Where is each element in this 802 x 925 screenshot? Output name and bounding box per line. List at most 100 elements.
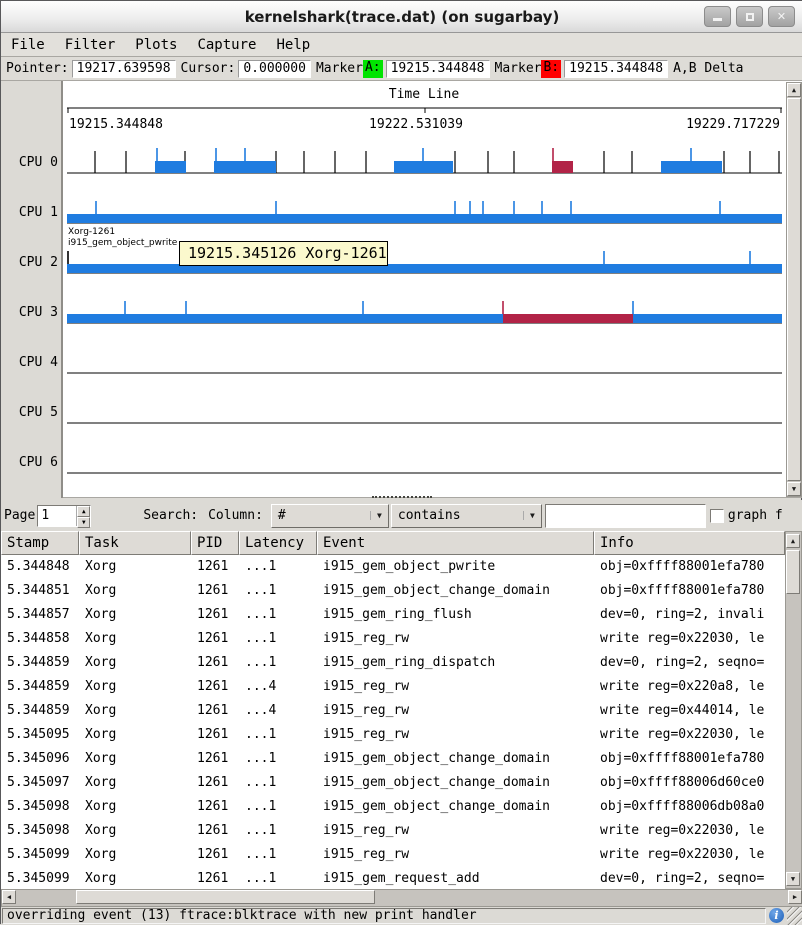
cpu-row-label: CPU 3 bbox=[1, 305, 58, 320]
status-bar: overriding event (13) ftrace:blktrace wi… bbox=[1, 907, 802, 925]
table-cell: write reg=0x22030, le bbox=[594, 723, 785, 747]
column-header-task[interactable]: Task bbox=[79, 531, 191, 555]
table-scroll-up-icon[interactable]: ▲ bbox=[786, 534, 800, 548]
table-cell: Xorg bbox=[79, 627, 191, 651]
table-vertical-scrollbar[interactable]: ▲ ▼ bbox=[785, 531, 802, 889]
minimize-button[interactable] bbox=[704, 6, 731, 27]
cpu-row-label: CPU 1 bbox=[1, 205, 58, 220]
cpu2-task-annotation: Xorg-1261 i915_gem_object_pwrite bbox=[68, 227, 177, 249]
table-scroll-down-icon[interactable]: ▼ bbox=[786, 872, 800, 886]
table-row[interactable]: 5.344858Xorg1261...1i915_reg_rwwrite reg… bbox=[1, 627, 785, 651]
table-cell: 5.345099 bbox=[1, 843, 79, 867]
graph-follows-checkbox[interactable] bbox=[710, 509, 724, 523]
match-select[interactable]: contains ▼ bbox=[391, 504, 542, 528]
table-cell: i915_gem_object_change_domain bbox=[317, 771, 594, 795]
table-cell: ...1 bbox=[239, 771, 317, 795]
table-row[interactable]: 5.345096Xorg1261...1i915_gem_object_chan… bbox=[1, 747, 785, 771]
table-cell: 5.345098 bbox=[1, 795, 79, 819]
table-cell: 1261 bbox=[191, 723, 239, 747]
ab-delta-label: A,B Delta bbox=[668, 61, 746, 76]
timestamp-end: 19229.717229 bbox=[686, 117, 780, 132]
table-row[interactable]: 5.345099Xorg1261...1i915_gem_request_add… bbox=[1, 867, 785, 889]
pointer-label: Pointer: bbox=[1, 61, 72, 76]
graph-scrollbar-thumb[interactable] bbox=[787, 98, 801, 481]
table-cell: Xorg bbox=[79, 651, 191, 675]
marker-b-badge: B: bbox=[541, 60, 561, 78]
timeline-plot bbox=[1, 81, 802, 498]
menu-item-file[interactable]: File bbox=[1, 35, 55, 55]
table-cell: 5.344859 bbox=[1, 675, 79, 699]
timeline-graph-panel[interactable]: CPU 0CPU 1CPU 2CPU 3CPU 4CPU 5CPU 6 Time… bbox=[1, 81, 802, 498]
column-header-event[interactable]: Event bbox=[317, 531, 594, 555]
table-row[interactable]: 5.344851Xorg1261...1i915_gem_object_chan… bbox=[1, 579, 785, 603]
table-cell: ...1 bbox=[239, 627, 317, 651]
hscrollbar-thumb[interactable] bbox=[76, 890, 375, 904]
table-row[interactable]: 5.344848Xorg1261...1i915_gem_object_pwri… bbox=[1, 555, 785, 579]
cursor-label: Cursor: bbox=[176, 61, 239, 76]
title-bar: kernelshark(trace.dat) (on sugarbay) ✕ bbox=[1, 1, 802, 33]
table-scroll-left-icon[interactable]: ◀ bbox=[2, 890, 16, 904]
table-cell: write reg=0x22030, le bbox=[594, 843, 785, 867]
table-row[interactable]: 5.344857Xorg1261...1i915_gem_ring_flushd… bbox=[1, 603, 785, 627]
graph-scroll-down-icon[interactable]: ▼ bbox=[787, 482, 801, 496]
cpu2-task-name: Xorg-1261 bbox=[68, 227, 177, 238]
column-select[interactable]: # ▼ bbox=[271, 504, 389, 528]
table-cell: i915_reg_rw bbox=[317, 723, 594, 747]
maximize-button[interactable] bbox=[736, 6, 763, 27]
info-icon[interactable]: i bbox=[769, 908, 784, 923]
search-input[interactable] bbox=[545, 504, 706, 528]
match-select-value: contains bbox=[392, 508, 523, 523]
table-cell: i915_reg_rw bbox=[317, 819, 594, 843]
table-cell: i915_gem_object_change_domain bbox=[317, 795, 594, 819]
column-header-info[interactable]: Info bbox=[594, 531, 785, 555]
menu-item-plots[interactable]: Plots bbox=[125, 35, 187, 55]
table-cell: ...1 bbox=[239, 555, 317, 579]
table-cell: ...4 bbox=[239, 675, 317, 699]
table-horizontal-scrollbar[interactable]: ◀ ▶ bbox=[1, 889, 802, 907]
graph-follows-label: graph f bbox=[728, 508, 783, 523]
table-row[interactable]: 5.344859Xorg1261...1i915_gem_ring_dispat… bbox=[1, 651, 785, 675]
timeline-title: Time Line bbox=[67, 87, 781, 102]
table-cell: Xorg bbox=[79, 795, 191, 819]
table-cell: ...1 bbox=[239, 867, 317, 889]
cpu-row-label: CPU 0 bbox=[1, 155, 58, 170]
cpu-row-label: CPU 6 bbox=[1, 455, 58, 470]
table-scrollbar-thumb[interactable] bbox=[786, 550, 800, 594]
table-cell: Xorg bbox=[79, 555, 191, 579]
table-cell: write reg=0x220a8, le bbox=[594, 675, 785, 699]
table-scroll-right-icon[interactable]: ▶ bbox=[788, 890, 802, 904]
page-up-icon[interactable]: ▲ bbox=[77, 506, 90, 517]
table-row[interactable]: 5.345098Xorg1261...1i915_reg_rwwrite reg… bbox=[1, 819, 785, 843]
table-row[interactable]: 5.345095Xorg1261...1i915_reg_rwwrite reg… bbox=[1, 723, 785, 747]
table-cell: 1261 bbox=[191, 795, 239, 819]
resize-grip[interactable] bbox=[787, 907, 802, 925]
table-cell: 1261 bbox=[191, 771, 239, 795]
column-select-value: # bbox=[272, 508, 370, 523]
column-header-stamp[interactable]: Stamp bbox=[1, 531, 79, 555]
column-header-pid[interactable]: PID bbox=[191, 531, 239, 555]
timeline-tooltip: 19215.345126 Xorg-1261 bbox=[179, 241, 388, 266]
page-spinner[interactable]: 1 ▲▼ bbox=[37, 505, 91, 527]
table-cell: i915_reg_rw bbox=[317, 675, 594, 699]
menu-item-capture[interactable]: Capture bbox=[187, 35, 266, 55]
table-row[interactable]: 5.345098Xorg1261...1i915_gem_object_chan… bbox=[1, 795, 785, 819]
page-down-icon[interactable]: ▼ bbox=[77, 517, 90, 528]
graph-vertical-scrollbar[interactable]: ▲ ▼ bbox=[786, 82, 802, 497]
menu-item-filter[interactable]: Filter bbox=[55, 35, 126, 55]
window-title: kernelshark(trace.dat) (on sugarbay) bbox=[1, 8, 802, 26]
table-cell: 5.345098 bbox=[1, 819, 79, 843]
table-cell: Xorg bbox=[79, 723, 191, 747]
table-row[interactable]: 5.344859Xorg1261...4i915_reg_rwwrite reg… bbox=[1, 699, 785, 723]
table-cell: ...1 bbox=[239, 603, 317, 627]
menu-item-help[interactable]: Help bbox=[266, 35, 320, 55]
close-button[interactable]: ✕ bbox=[768, 6, 795, 27]
column-header-latency[interactable]: Latency bbox=[239, 531, 317, 555]
graph-scroll-up-icon[interactable]: ▲ bbox=[787, 83, 801, 97]
table-row[interactable]: 5.345099Xorg1261...1i915_reg_rwwrite reg… bbox=[1, 843, 785, 867]
table-cell: ...4 bbox=[239, 699, 317, 723]
table-cell: Xorg bbox=[79, 819, 191, 843]
table-row[interactable]: 5.345097Xorg1261...1i915_gem_object_chan… bbox=[1, 771, 785, 795]
table-cell: ...1 bbox=[239, 747, 317, 771]
table-row[interactable]: 5.344859Xorg1261...4i915_reg_rwwrite reg… bbox=[1, 675, 785, 699]
table-cell: i915_gem_ring_dispatch bbox=[317, 651, 594, 675]
